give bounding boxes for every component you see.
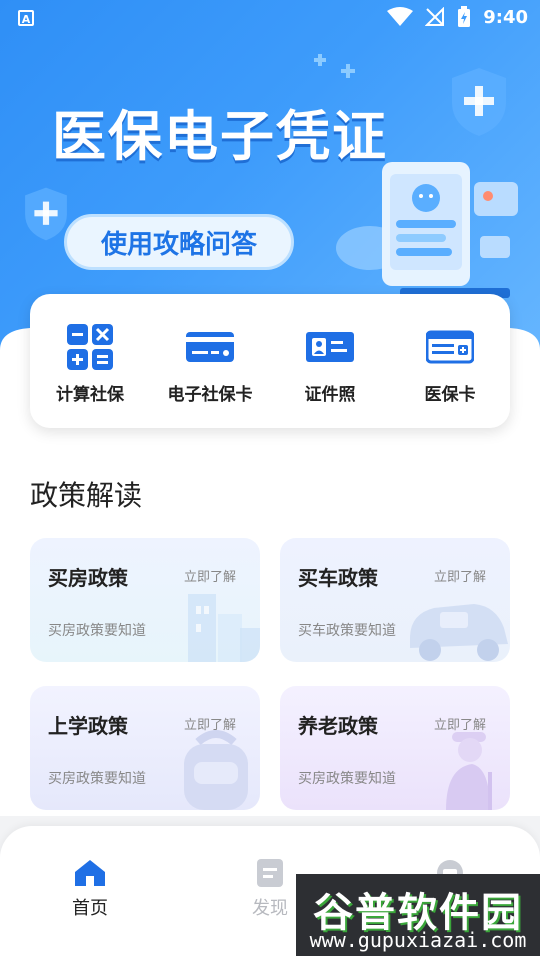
- no-signal-icon: [425, 7, 445, 26]
- policy-title: 养老政策: [298, 714, 378, 738]
- medical-card-icon: [426, 330, 474, 364]
- banner-title: 医保电子凭证: [52, 105, 388, 168]
- quick-action-medical-card[interactable]: 医保卡: [390, 294, 510, 428]
- quick-action-id-photo[interactable]: 证件照: [270, 294, 390, 428]
- section-title-policy: 政策解读: [30, 479, 143, 512]
- learn-more-link[interactable]: 立即了解: [184, 566, 236, 585]
- shield-plus-icon: [452, 68, 506, 136]
- policy-title: 上学政策: [48, 714, 128, 738]
- policy-subtitle: 买房政策要知道: [48, 771, 146, 787]
- quick-actions-card: 计算社保 电子社保卡 证件照 医保卡: [30, 294, 510, 428]
- status-time: 9:40: [483, 6, 528, 28]
- learn-more-link[interactable]: 立即了解: [434, 566, 486, 585]
- policy-card-pension[interactable]: 养老政策 立即了解 买房政策要知道: [280, 686, 510, 810]
- phone-illustration-icon: [336, 162, 518, 298]
- policy-card-car[interactable]: 买车政策 立即了解 买车政策要知道: [280, 538, 510, 662]
- backpack-icon: [184, 730, 248, 810]
- calculator-icon: [67, 324, 113, 370]
- policy-card-house[interactable]: 买房政策 立即了解 买房政策要知道: [30, 538, 260, 662]
- quick-action-label: 医保卡: [424, 385, 476, 405]
- battery-charging-icon: [458, 6, 471, 27]
- policy-subtitle: 买车政策要知道: [298, 623, 396, 639]
- quick-action-label: 电子社保卡: [167, 385, 253, 405]
- home-icon: [75, 860, 105, 886]
- shield-plus-icon: [25, 187, 67, 241]
- nav-label: 首页: [72, 898, 108, 919]
- policy-subtitle: 买房政策要知道: [298, 771, 396, 787]
- nav-item-home[interactable]: 首页: [30, 858, 150, 920]
- id-photo-icon: [306, 332, 354, 362]
- policy-card-school[interactable]: 上学政策 立即了解 买房政策要知道: [30, 686, 260, 810]
- plus-icon: [314, 54, 355, 78]
- car-icon: [410, 604, 508, 661]
- policy-subtitle: 买房政策要知道: [48, 623, 146, 639]
- app-notification-icon: A: [18, 10, 34, 26]
- card-icon: [186, 332, 234, 362]
- policy-title: 买车政策: [298, 566, 378, 590]
- learn-more-link[interactable]: 立即了解: [184, 714, 236, 733]
- wifi-icon: [387, 7, 414, 26]
- policy-title: 买房政策: [48, 566, 128, 590]
- learn-more-link[interactable]: 立即了解: [434, 714, 486, 733]
- quick-action-calculate-insurance[interactable]: 计算社保: [30, 294, 150, 428]
- quick-action-e-social-card[interactable]: 电子社保卡: [150, 294, 270, 428]
- quick-action-label: 计算社保: [56, 385, 124, 405]
- quick-action-label: 证件照: [304, 385, 356, 405]
- watermark-url: www.gupuxiazai.com: [309, 928, 527, 952]
- status-bar: A 9:40: [0, 0, 540, 36]
- building-icon: [188, 594, 260, 662]
- document-icon: [257, 859, 283, 887]
- guide-pill-button[interactable]: 使用攻略问答: [64, 214, 294, 270]
- watermark-logo: 谷普软件园 www.gupuxiazai.com: [296, 874, 540, 956]
- elderly-icon: [446, 732, 492, 810]
